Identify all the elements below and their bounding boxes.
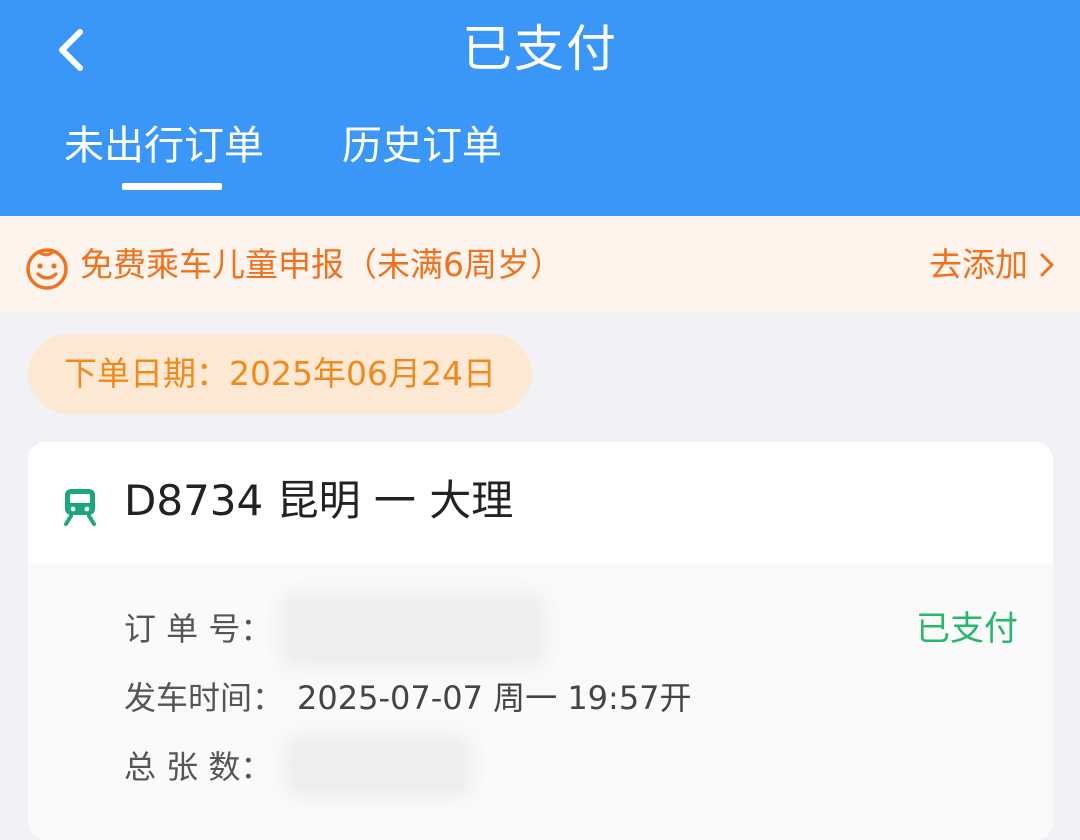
train-icon [64, 489, 96, 526]
depart-time-label: 发车时间： [124, 679, 285, 717]
add-child-button[interactable]: 去添加 [929, 238, 1058, 292]
chevron-right-icon [1040, 253, 1054, 277]
smile-face-icon [26, 248, 68, 290]
depart-time-value: 2025-07-07 周一 19:57开 [297, 679, 692, 717]
order-number-redacted [288, 600, 538, 660]
active-tab-indicator [122, 183, 222, 190]
tab-history-orders[interactable]: 历史订单 [342, 118, 502, 174]
order-number-label: 订 单 号： [124, 610, 273, 648]
order-status-badge: 已支付 [916, 609, 1018, 649]
tab-upcoming-orders[interactable]: 未出行订单 [64, 118, 264, 174]
train-route: D8734 昆明 一 大理 [124, 476, 514, 525]
page-title: 已支付 [462, 20, 618, 78]
ticket-count-redacted [292, 742, 464, 790]
ticket-count-label: 总 张 数： [124, 748, 273, 786]
child-declaration-text: 免费乘车儿童申报（未满6周岁） [80, 245, 563, 284]
add-child-label: 去添加 [929, 245, 1028, 284]
order-date-text: 下单日期：2025年06月24日 [64, 354, 496, 393]
